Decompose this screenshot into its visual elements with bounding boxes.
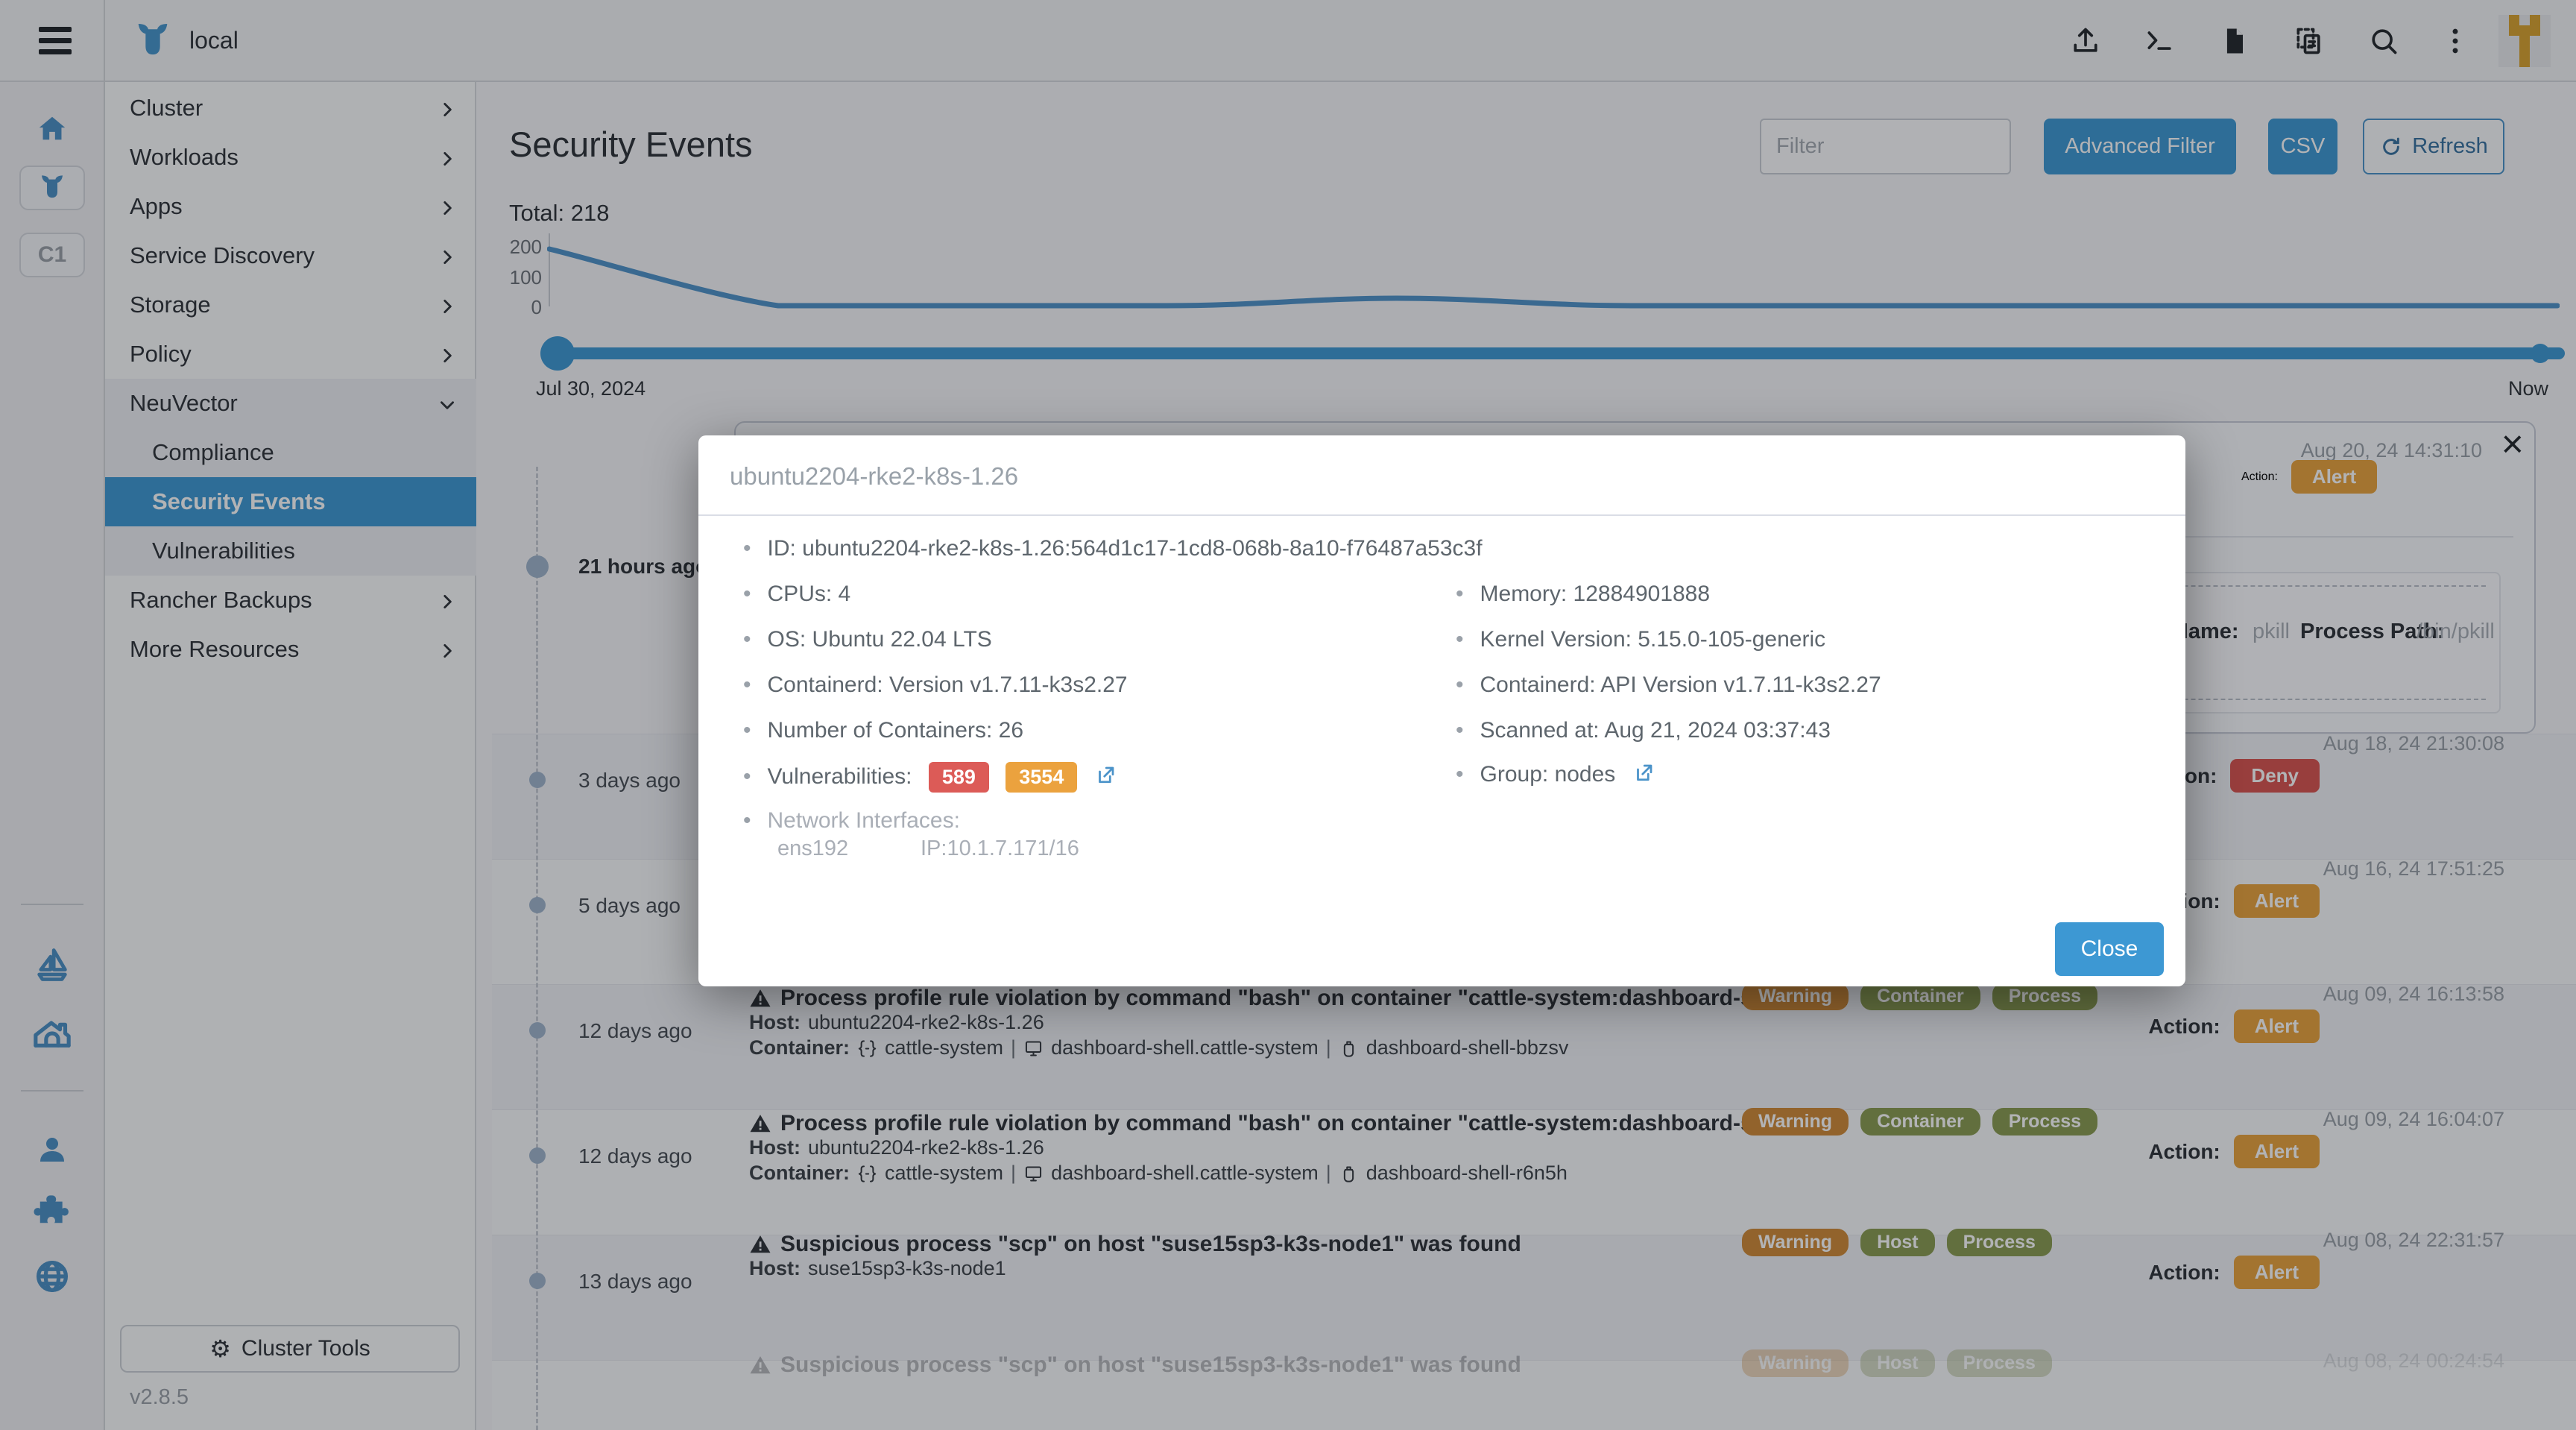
host-kernel-text: Kernel Version: 5.15.0-105-generic <box>1480 627 1826 652</box>
bullet-dot: • <box>1456 673 1464 697</box>
bullet-dot: • <box>1456 718 1464 743</box>
host-scanned-item: • Scanned at: Aug 21, 2024 03:37:43 <box>1456 718 1831 743</box>
host-memory-text: Memory: 12884901888 <box>1480 582 1711 606</box>
network-iface-ip: IP:10.1.7.171/16 <box>921 837 1079 861</box>
host-containerd-api-item: • Containerd: API Version v1.7.11-k3s2.27 <box>1456 673 1881 698</box>
host-group-item: • Group: nodes <box>1456 762 1655 787</box>
open-external-icon[interactable] <box>1084 764 1117 789</box>
bullet-dot: • <box>743 718 751 743</box>
host-containerd-item: • Containerd: Version v1.7.11-k3s2.27 <box>743 673 1128 698</box>
host-vulnerabilities-item: • Vulnerabilities: 589 3554 <box>743 762 1117 793</box>
open-external-icon[interactable] <box>1622 762 1655 787</box>
bullet-dot: • <box>1456 627 1464 652</box>
modal-divider <box>698 514 2185 516</box>
host-kernel-item: • Kernel Version: 5.15.0-105-generic <box>1456 627 1825 652</box>
network-interfaces-label: Network Interfaces: <box>768 808 960 833</box>
close-button[interactable]: Close <box>2055 922 2164 976</box>
modal-title: ubuntu2204-rke2-k8s-1.26 <box>730 462 1018 491</box>
host-cpus-item: • CPUs: 4 <box>743 582 850 607</box>
host-scanned-text: Scanned at: Aug 21, 2024 03:37:43 <box>1480 718 1831 743</box>
rancher-app: local <box>0 0 2576 1430</box>
host-id-text: ID: ubuntu2204-rke2-k8s-1.26:564d1c17-1c… <box>768 536 1483 561</box>
bullet-dot: • <box>743 808 751 833</box>
bullet-dot: • <box>1456 762 1464 787</box>
host-cpus-text: CPUs: 4 <box>768 582 851 606</box>
bullet-dot: • <box>743 627 751 652</box>
host-containerd-api-text: Containerd: API Version v1.7.11-k3s2.27 <box>1480 673 1881 697</box>
bullet-dot: • <box>1456 582 1464 606</box>
bullet-dot: • <box>743 582 751 606</box>
host-containers-item: • Number of Containers: 26 <box>743 718 1023 743</box>
bullet-dot: • <box>743 764 751 789</box>
bullet-dot: • <box>743 673 751 697</box>
network-iface-name: ens192 <box>777 837 848 861</box>
vuln-high-badge: 589 <box>929 762 989 793</box>
host-containers-text: Number of Containers: 26 <box>768 718 1024 743</box>
network-interfaces-item: • Network Interfaces: <box>743 808 960 834</box>
bullet-dot: • <box>743 536 751 561</box>
vuln-medium-badge: 3554 <box>1006 762 1077 793</box>
host-id-item: • ID: ubuntu2204-rke2-k8s-1.26:564d1c17-1… <box>743 536 1483 561</box>
host-os-item: • OS: Ubuntu 22.04 LTS <box>743 627 992 652</box>
host-os-text: OS: Ubuntu 22.04 LTS <box>768 627 992 652</box>
host-memory-item: • Memory: 12884901888 <box>1456 582 1710 607</box>
group-label: Group: nodes <box>1480 762 1616 787</box>
vulnerabilities-label: Vulnerabilities: <box>768 764 912 789</box>
host-containerd-text: Containerd: Version v1.7.11-k3s2.27 <box>768 673 1128 697</box>
host-details-modal: ubuntu2204-rke2-k8s-1.26 • ID: ubuntu2204… <box>698 435 2185 986</box>
